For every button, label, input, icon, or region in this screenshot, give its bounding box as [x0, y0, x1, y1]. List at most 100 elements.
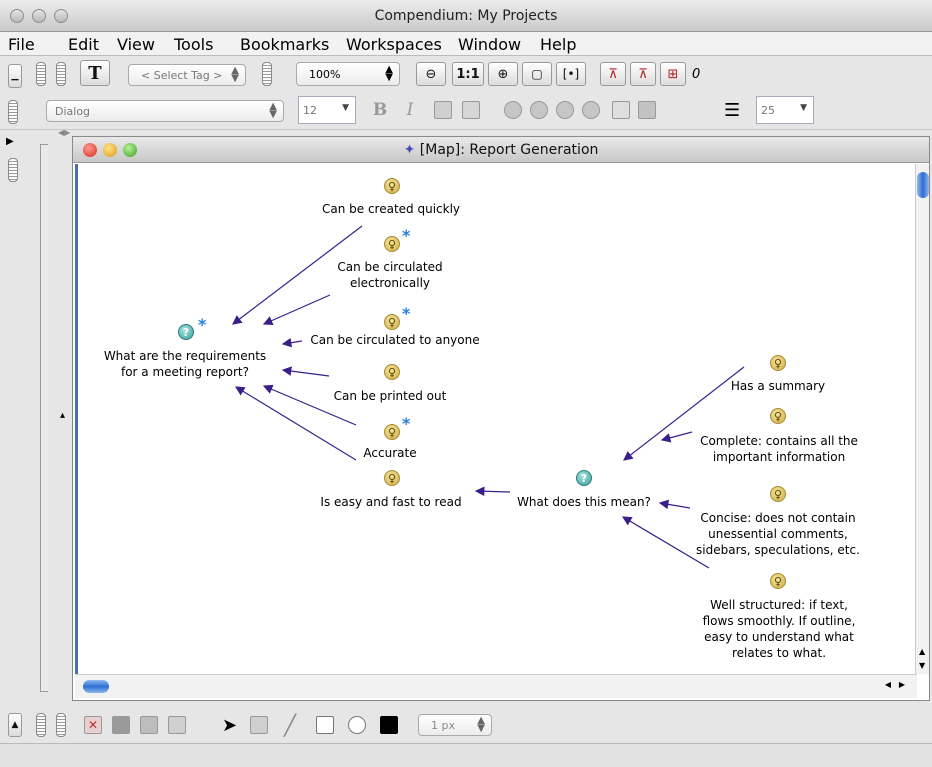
toolbar-grip[interactable]	[36, 713, 46, 737]
pencil-tool-button[interactable]	[250, 716, 268, 734]
node-structured-label[interactable]: Well structured: if text, flows smoothly…	[686, 597, 872, 661]
image-style-button[interactable]	[582, 101, 600, 119]
zoom-dropdown[interactable]: 100% ▲ ▼	[296, 62, 400, 86]
main-toolbar: ▁ T < Select Tag > ▲ ▼ 100% ▲ ▼ ⊖ 1:1 ⊕ ▢ …	[0, 56, 932, 94]
toggle-draw-button[interactable]: ✕	[84, 716, 102, 734]
bullet-style-button[interactable]	[504, 101, 522, 119]
map-canvas[interactable]: ♀ Can be created quickly ♀ * Can be circ…	[75, 164, 915, 674]
add-slide-icon: ⊞	[667, 66, 679, 82]
favorite-star-icon: *	[402, 226, 411, 245]
idea-icon[interactable]: ♀	[770, 486, 786, 502]
horizontal-scrollbar[interactable]: ◀ ▶	[75, 674, 917, 698]
toolbar-collapse-button[interactable]: ▲	[8, 713, 22, 737]
menu-edit[interactable]: Edit	[68, 35, 99, 54]
node-summary-label[interactable]: Has a summary	[708, 378, 848, 394]
align-button[interactable]	[612, 101, 630, 119]
menu-workspaces[interactable]: Workspaces	[346, 35, 442, 54]
eraser-button[interactable]	[168, 716, 186, 734]
link-circulated-to-requirements[interactable]	[262, 294, 331, 326]
node-circulated-label[interactable]: Can be circulated electronically	[315, 259, 465, 291]
zoom-fit-page-button[interactable]: ▢	[522, 62, 552, 86]
font-family-dropdown[interactable]: Dialog ▲ ▼	[46, 100, 284, 122]
scroll-up-arrow-icon[interactable]: ▲	[919, 647, 925, 656]
idea-icon[interactable]: ♀	[384, 424, 400, 440]
zoom-focus-button[interactable]: [•]	[556, 62, 586, 86]
fill-button[interactable]	[638, 101, 656, 119]
text-mode-button[interactable]: T	[80, 60, 110, 86]
vertical-scrollbar[interactable]: ▲ ▼	[915, 164, 929, 674]
idea-icon[interactable]: ♀	[384, 178, 400, 194]
italic-button[interactable]: I	[398, 98, 422, 122]
toolbar-grip[interactable]	[56, 713, 66, 737]
highlight-color-button[interactable]	[462, 101, 480, 119]
node-easy-label[interactable]: Is easy and fast to read	[306, 494, 476, 510]
menu-file[interactable]: File	[8, 35, 35, 54]
layer-button[interactable]	[112, 716, 130, 734]
cross-icon: ✕	[87, 718, 99, 732]
status-bar	[0, 743, 932, 767]
toolbar-grip[interactable]	[8, 100, 18, 124]
rectangle-tool-button[interactable]	[316, 716, 334, 734]
scroll-down-arrow-icon[interactable]: ▼	[919, 661, 925, 670]
panel-grip[interactable]	[8, 158, 18, 182]
idea-icon[interactable]: ♀	[770, 573, 786, 589]
vertical-scroll-thumb[interactable]	[917, 172, 929, 198]
line-width-dropdown[interactable]: 1 px ▲ ▼	[418, 714, 492, 736]
presentation-slides-button[interactable]: ⊼	[630, 62, 656, 86]
menu-view[interactable]: View	[117, 35, 155, 54]
bold-button[interactable]: B	[368, 98, 392, 122]
panel-divider[interactable]	[40, 144, 48, 692]
menu-help[interactable]: Help	[540, 35, 576, 54]
link-concise-to-mean[interactable]	[658, 499, 691, 510]
idea-icon[interactable]: ♀	[384, 470, 400, 486]
node-mean-label[interactable]: What does this mean?	[506, 494, 662, 510]
link-style-button[interactable]	[530, 101, 548, 119]
idea-icon[interactable]: ♀	[384, 314, 400, 330]
toolbar-collapse-button[interactable]: ▁	[8, 64, 22, 88]
line-tool-icon[interactable]: ╱	[284, 713, 296, 737]
idea-icon[interactable]: ♀	[384, 364, 400, 380]
question-icon[interactable]: ?	[576, 470, 592, 486]
link-printed-to-requirements[interactable]	[281, 366, 330, 377]
node-complete-label[interactable]: Complete: contains all the important inf…	[684, 433, 874, 465]
link-mean-to-easy[interactable]	[474, 486, 511, 497]
zoom-actual-size-button[interactable]: 1:1	[452, 62, 484, 86]
updown-arrow-icon: ▲ ▼	[477, 715, 485, 734]
expand-arrow-icon[interactable]: ▶	[6, 136, 14, 147]
scroll-right-arrow-icon[interactable]: ▶	[899, 680, 905, 689]
presentation-button[interactable]: ⊼	[600, 62, 626, 86]
draw-color-swatch[interactable]	[380, 716, 398, 734]
font-size-field[interactable]: 12 ▼	[298, 96, 356, 124]
pointer-tool-icon[interactable]: ➤	[222, 715, 237, 736]
node-concise-label[interactable]: Concise: does not contain unessential co…	[678, 510, 878, 558]
add-slide-button[interactable]: ⊞	[660, 62, 686, 86]
scroll-left-arrow-icon[interactable]: ◀	[885, 680, 891, 689]
clear-button[interactable]	[140, 716, 158, 734]
node-accurate-label[interactable]: Accurate	[340, 445, 440, 461]
toolbar-grip[interactable]	[36, 62, 46, 86]
menu-bookmarks[interactable]: Bookmarks	[240, 35, 329, 54]
zoom-in-button[interactable]: ⊕	[488, 62, 518, 86]
node-printed-label[interactable]: Can be printed out	[315, 388, 465, 404]
question-icon[interactable]: ?	[178, 324, 194, 340]
select-tag-dropdown[interactable]: < Select Tag > ▲ ▼	[128, 64, 246, 86]
horizontal-scroll-thumb[interactable]	[83, 680, 109, 693]
splitter-handle-icon[interactable]: ▴	[60, 410, 65, 421]
zoom-out-button[interactable]: ⊖	[416, 62, 446, 86]
text-style-button[interactable]	[556, 101, 574, 119]
node-anyone-label[interactable]: Can be circulated to anyone	[300, 332, 490, 348]
node-created-label[interactable]: Can be created quickly	[305, 201, 477, 217]
collapse-arrow-icon[interactable]: ◀▶	[58, 128, 70, 137]
toolbar-grip[interactable]	[262, 62, 272, 86]
idea-icon[interactable]: ♀	[770, 408, 786, 424]
idea-icon[interactable]: ♀	[384, 236, 400, 252]
spacing-field[interactable]: 25 ▼	[756, 96, 814, 124]
node-requirements-label[interactable]: What are the requirements for a meeting …	[90, 348, 280, 380]
text-color-button[interactable]	[434, 101, 452, 119]
idea-icon[interactable]: ♀	[770, 355, 786, 371]
oval-tool-button[interactable]	[348, 716, 366, 734]
compendium-app: Compendium: My Projects File Edit View T…	[0, 0, 932, 767]
toolbar-grip[interactable]	[56, 62, 66, 86]
menu-tools[interactable]: Tools	[174, 35, 213, 54]
menu-window[interactable]: Window	[458, 35, 521, 54]
